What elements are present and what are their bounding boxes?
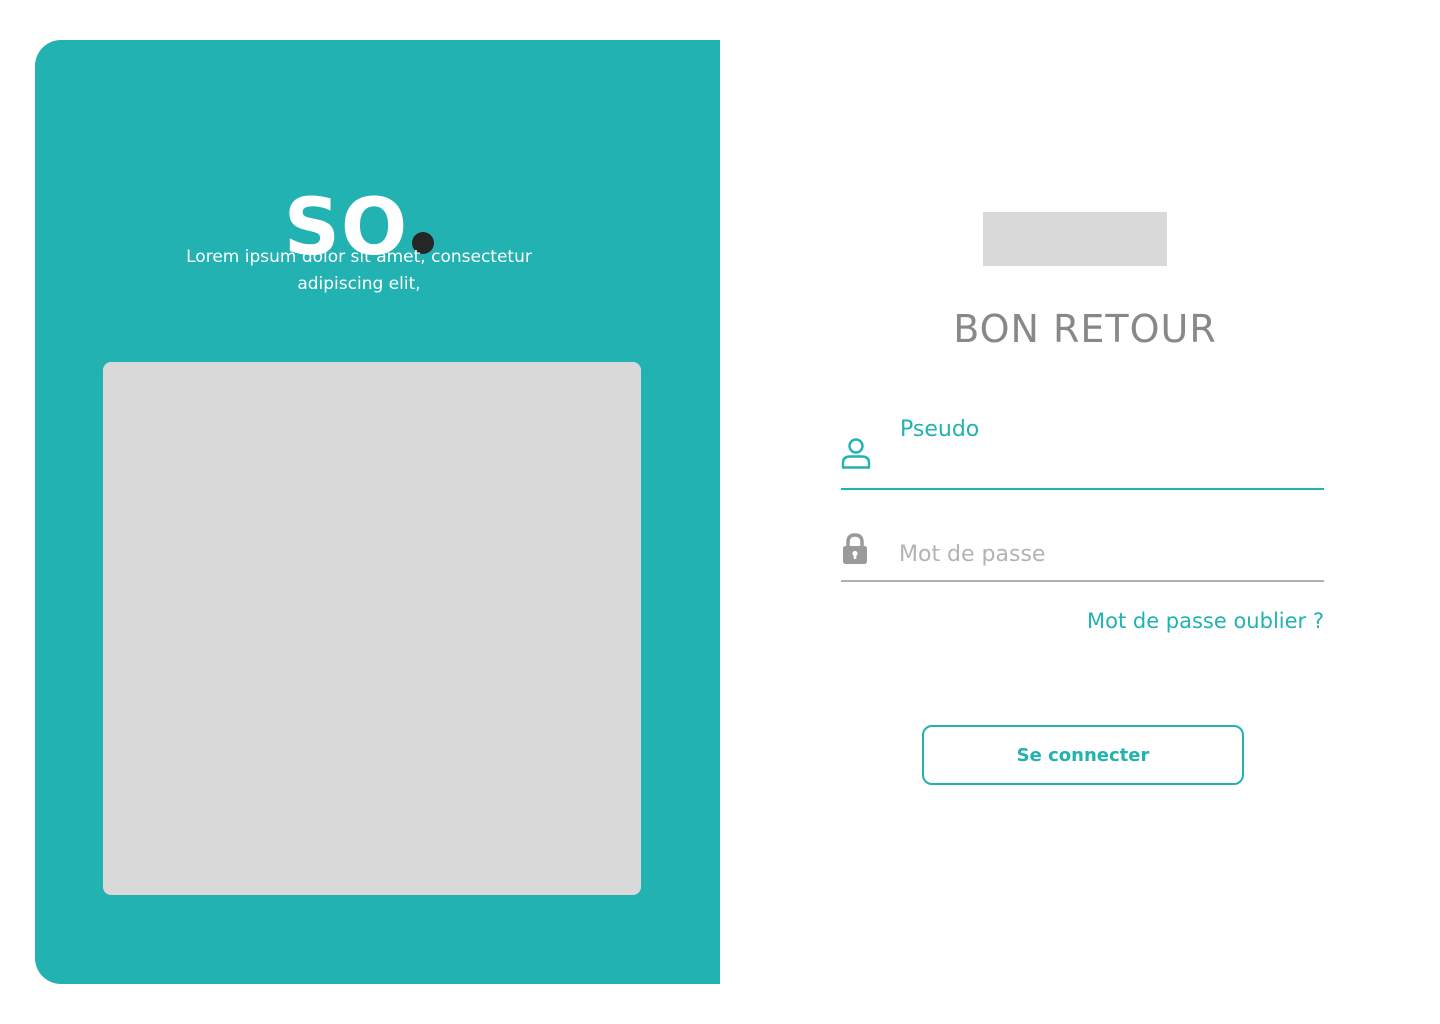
brand-image-placeholder: [983, 212, 1167, 266]
password-field[interactable]: [841, 526, 1324, 582]
username-label: Pseudo: [900, 417, 980, 442]
username-input[interactable]: [899, 450, 1319, 484]
login-page: SO Lorem ipsum dolor sit amet, consectet…: [0, 0, 1440, 1024]
tagline: Lorem ipsum dolor sit amet, consectetur …: [186, 247, 532, 294]
hero-image-placeholder: [103, 362, 641, 895]
login-button[interactable]: Se connecter: [922, 725, 1244, 785]
page-title: BON RETOUR: [953, 307, 1217, 351]
username-field[interactable]: Pseudo: [841, 412, 1324, 490]
forgot-password-link[interactable]: Mot de passe oublier ?: [1000, 606, 1324, 636]
branding-panel: SO Lorem ipsum dolor sit amet, consectet…: [35, 40, 720, 984]
password-input[interactable]: [899, 538, 1319, 570]
lock-icon: [841, 532, 869, 570]
user-icon: [841, 437, 871, 473]
